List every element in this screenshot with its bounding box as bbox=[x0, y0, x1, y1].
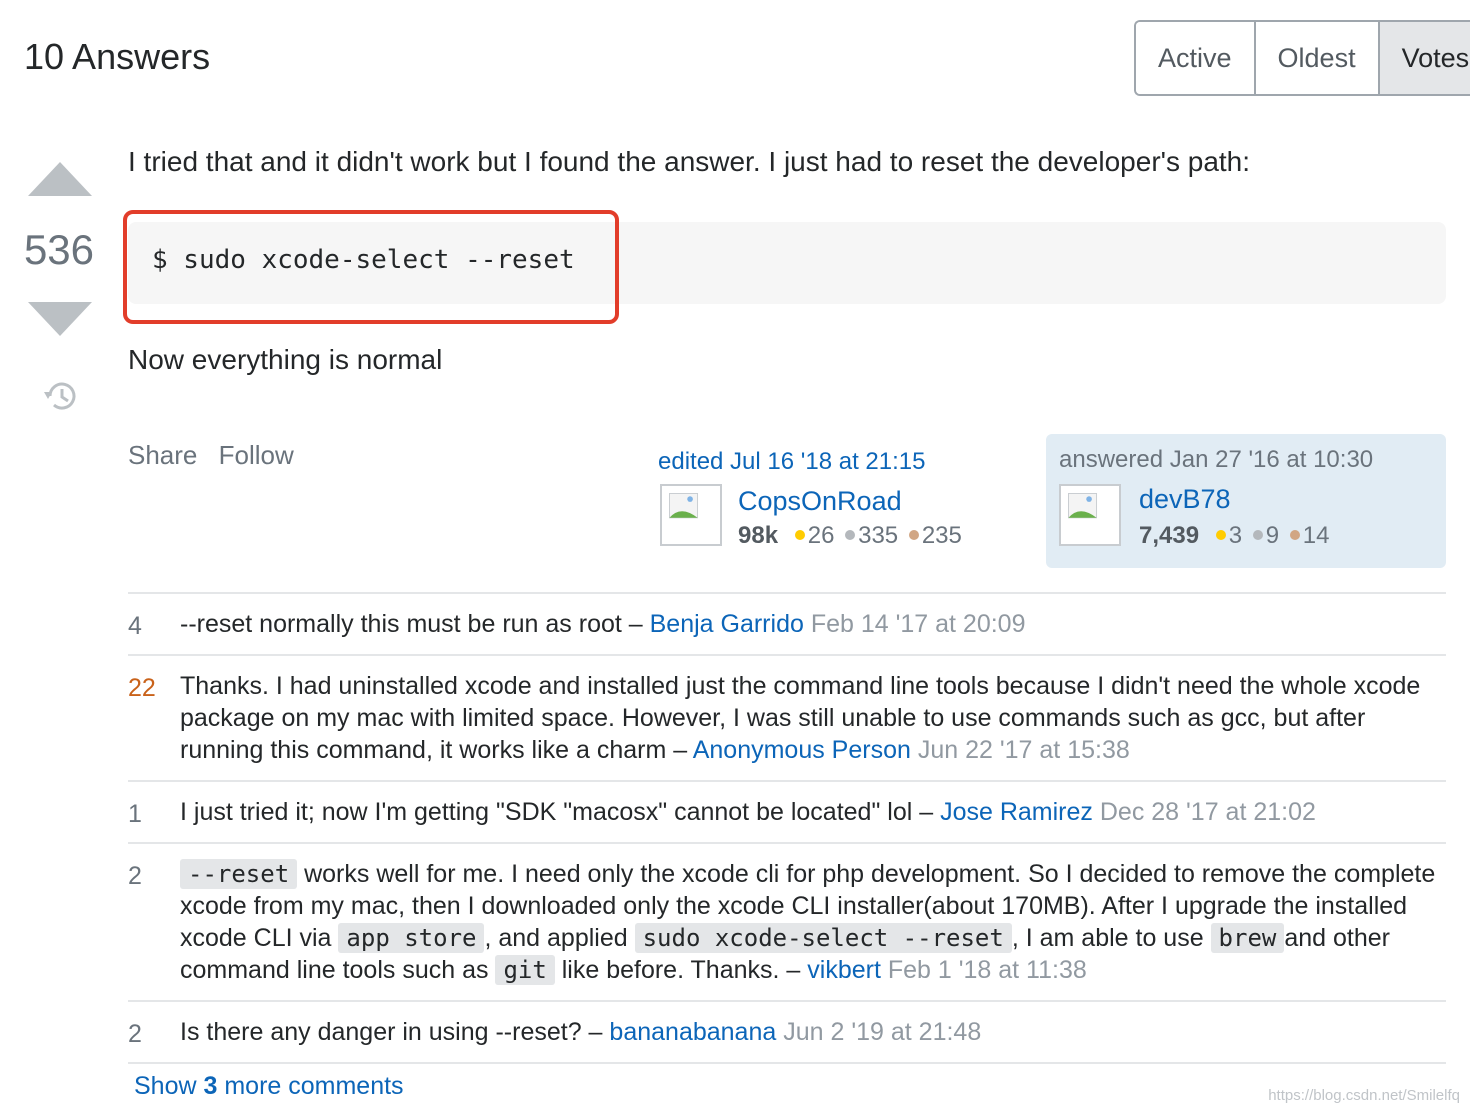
edited-timestamp-link[interactable]: edited Jul 16 '18 at 21:15 bbox=[658, 448, 925, 476]
comment-score: 2 bbox=[128, 862, 142, 890]
comment-date[interactable]: Jun 2 '19 at 21:48 bbox=[783, 1018, 981, 1046]
answered-timestamp: answered Jan 27 '16 at 10:30 bbox=[1059, 446, 1374, 473]
silver-badge-icon bbox=[845, 530, 856, 541]
share-link[interactable]: Share bbox=[128, 440, 197, 470]
arrow-up-icon[interactable] bbox=[28, 160, 92, 196]
comment-score: 2 bbox=[128, 1020, 142, 1048]
sort-tab-active[interactable]: Active bbox=[1136, 22, 1256, 94]
comment-user-link[interactable]: bananabanana bbox=[609, 1018, 776, 1046]
editor-avatar[interactable] bbox=[660, 484, 722, 546]
gold-badge-count: 26 bbox=[807, 522, 835, 549]
gold-badge-count: 3 bbox=[1228, 522, 1243, 549]
code-block-text: $ sudo xcode-select --reset bbox=[152, 245, 575, 275]
inline-code: app store bbox=[338, 923, 485, 953]
comment-score: 22 bbox=[128, 674, 156, 702]
comment-item: 4 --reset normally this must be run as r… bbox=[128, 594, 1446, 656]
comment-score: 4 bbox=[128, 612, 142, 640]
arrow-down-icon[interactable] bbox=[28, 302, 92, 338]
reputation-score: 98k bbox=[738, 522, 779, 549]
inline-code: sudo xcode-select --reset bbox=[634, 923, 1012, 953]
watermark: https://blog.csdn.net/Smilelfq bbox=[1268, 1087, 1460, 1104]
comment-item: 2 Is there any danger in using --reset? … bbox=[128, 1002, 1446, 1064]
comment-user-link[interactable]: Jose Ramirez bbox=[940, 798, 1093, 826]
inline-code: brew bbox=[1210, 923, 1285, 953]
author-reputation: 7,439 3 9 14 bbox=[1139, 522, 1330, 550]
comment-user-link[interactable]: Benja Garrido bbox=[650, 610, 804, 638]
author-name-link[interactable]: devB78 bbox=[1139, 484, 1231, 515]
reputation-score: 7,439 bbox=[1139, 522, 1200, 549]
editor-signature: edited Jul 16 '18 at 21:15 CopsOnRoad 98… bbox=[658, 436, 1038, 566]
comment-text: , and applied bbox=[484, 924, 635, 952]
silver-badge-count: 9 bbox=[1265, 522, 1280, 549]
bronze-badge-icon bbox=[908, 530, 919, 541]
comment-item: 1 I just tried it; now I'm getting "SDK … bbox=[128, 782, 1446, 844]
more-comments-count: 3 bbox=[203, 1072, 218, 1100]
gold-badge-icon bbox=[794, 530, 805, 541]
follow-link[interactable]: Follow bbox=[219, 440, 294, 470]
answer-intro-text: I tried that and it didn't work but I fo… bbox=[128, 146, 1251, 177]
comment-score: 1 bbox=[128, 800, 142, 828]
editor-reputation: 98k 26 335 235 bbox=[738, 522, 962, 550]
post-menu: Share Follow bbox=[128, 440, 308, 471]
comment-text: --reset normally this must be run as roo… bbox=[180, 610, 650, 638]
inline-code: git bbox=[495, 955, 555, 985]
bronze-badge-count: 235 bbox=[921, 522, 962, 549]
silver-badge-count: 335 bbox=[858, 522, 899, 549]
sort-tab-oldest[interactable]: Oldest bbox=[1255, 22, 1380, 94]
comment-item: 22 Thanks. I had uninstalled xcode and i… bbox=[128, 656, 1446, 782]
comment-date[interactable]: Feb 14 '17 at 20:09 bbox=[811, 610, 1026, 638]
author-signature: answered Jan 27 '16 at 10:30 devB78 7,43… bbox=[1046, 434, 1446, 568]
comment-text: I just tried it; now I'm getting "SDK "m… bbox=[180, 798, 941, 826]
show-more-suffix: more comments bbox=[217, 1072, 404, 1100]
author-avatar[interactable] bbox=[1059, 484, 1121, 546]
sort-tab-votes[interactable]: Votes bbox=[1379, 22, 1470, 94]
comments-list: 4 --reset normally this must be run as r… bbox=[128, 592, 1446, 1064]
comment-text: Is there any danger in using --reset? – bbox=[180, 1018, 610, 1046]
comment-item: 2 --reset works well for me. I need only… bbox=[128, 844, 1446, 1002]
show-more-comments-link[interactable]: Show 3 more comments bbox=[134, 1072, 404, 1101]
comment-date[interactable]: Jun 22 '17 at 15:38 bbox=[918, 736, 1130, 764]
silver-badge-icon bbox=[1252, 530, 1263, 541]
comment-text: like before. Thanks. – bbox=[554, 956, 808, 984]
bronze-badge-icon bbox=[1289, 530, 1300, 541]
answer-sort-tabs: Active Oldest Votes bbox=[1134, 20, 1470, 96]
comment-user-link[interactable]: vikbert bbox=[807, 956, 881, 984]
comment-text: , I am able to use bbox=[1011, 924, 1211, 952]
inline-code: --reset bbox=[180, 859, 298, 889]
vote-count: 536 bbox=[23, 226, 95, 273]
comment-date[interactable]: Feb 1 '18 at 11:38 bbox=[888, 956, 1087, 984]
editor-name-link[interactable]: CopsOnRoad bbox=[738, 486, 902, 517]
bronze-badge-count: 14 bbox=[1302, 522, 1330, 549]
answers-count-heading: 10 Answers bbox=[24, 36, 211, 77]
answer-followup-text: Now everything is normal bbox=[128, 344, 443, 375]
gold-badge-icon bbox=[1215, 530, 1226, 541]
history-icon[interactable] bbox=[38, 378, 78, 414]
comment-date[interactable]: Dec 28 '17 at 21:02 bbox=[1100, 798, 1316, 826]
comment-user-link[interactable]: Anonymous Person bbox=[693, 736, 911, 764]
show-more-prefix: Show bbox=[134, 1072, 204, 1100]
